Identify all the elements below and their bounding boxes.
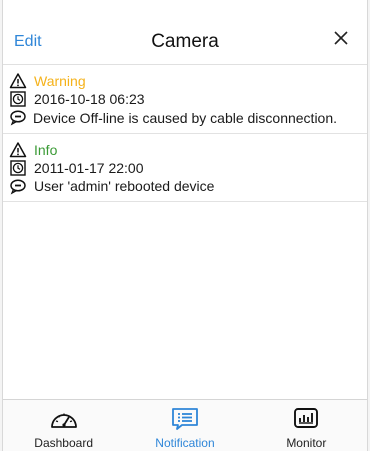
notification-message: User 'admin' rebooted device: [34, 178, 215, 194]
header-bar: Edit Camera: [3, 0, 367, 65]
notification-item[interactable]: Info 2011-01-17 22:00 User 'admin' reboo…: [3, 134, 367, 202]
notification-timestamp: 2011-01-17 22:00: [34, 160, 144, 176]
monitor-chart-icon: [294, 408, 319, 428]
bottom-tab-bar: Dashboard Notification Monitor: [3, 399, 367, 451]
notification-level: Info: [34, 142, 58, 158]
close-icon[interactable]: [331, 28, 351, 48]
speedometer-icon: [50, 413, 77, 428]
clock-icon: [10, 91, 26, 107]
message-bubble-icon: [10, 179, 26, 195]
tab-monitor-label: Monitor: [286, 436, 327, 450]
tab-monitor[interactable]: Monitor: [246, 400, 367, 451]
page-title: Camera: [151, 31, 219, 52]
tab-dashboard[interactable]: Dashboard: [3, 400, 124, 451]
warning-triangle-icon: [9, 142, 27, 158]
notification-timestamp: 2016-10-18 06:23: [34, 91, 145, 107]
clock-icon: [10, 160, 26, 176]
tab-notification[interactable]: Notification: [124, 400, 245, 451]
tab-notification-label: Notification: [155, 436, 215, 450]
warning-triangle-icon: [9, 73, 27, 89]
notification-level: Warning: [34, 73, 86, 89]
notification-item[interactable]: Warning 2016-10-18 06:23 Device Off-line…: [3, 65, 367, 134]
message-bubble-icon: [10, 110, 26, 126]
tab-dashboard-label: Dashboard: [34, 436, 94, 450]
notification-list: Warning 2016-10-18 06:23 Device Off-line…: [3, 65, 367, 202]
notification-panel: Edit Camera Warning 2016-10-18 06:23 Dev…: [2, 0, 368, 451]
notification-message: Device Off-line is caused by cable disco…: [33, 110, 338, 126]
notification-list-icon: [172, 408, 198, 430]
